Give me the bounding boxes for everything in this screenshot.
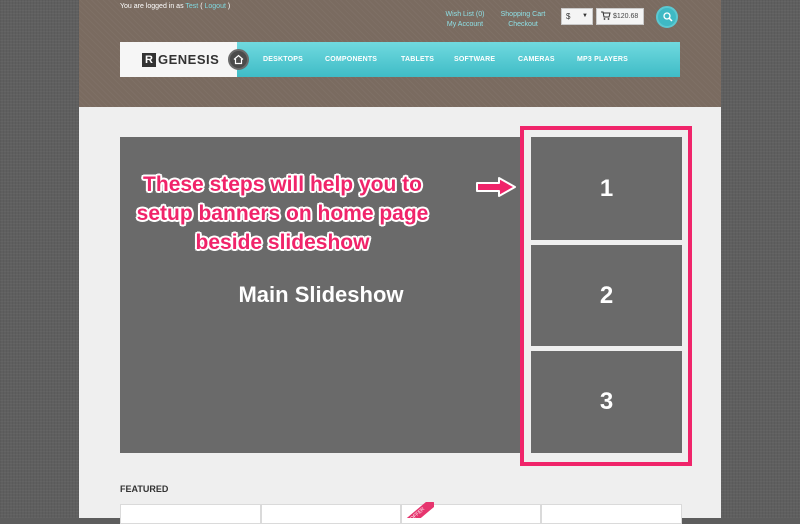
logout-open-paren: ( <box>200 3 203 10</box>
logo[interactable]: R GENESIS <box>120 42 237 77</box>
annotation-text: These steps will help you to setup banne… <box>100 170 465 257</box>
search-icon <box>663 12 673 22</box>
login-prefix: You are logged in as <box>120 3 184 10</box>
nav-item-software[interactable]: SOFTWARE <box>454 56 495 63</box>
product-card[interactable] <box>120 504 261 524</box>
nav-item-components[interactable]: COMPONENTS <box>325 56 377 63</box>
offer-ribbon-label: OFFER <box>402 502 434 518</box>
account-links: Wish List (0) My Account <box>445 10 485 30</box>
checkout-link[interactable]: Checkout <box>499 20 547 30</box>
featured-heading: FEATURED <box>120 484 169 494</box>
cart-icon <box>601 11 611 23</box>
main-nav: R GENESIS DESKTOPS COMPONENTS TABLETS SO… <box>120 42 680 77</box>
shopping-cart-link[interactable]: Shopping Cart <box>499 10 547 20</box>
currency-value: $ <box>566 12 571 21</box>
home-button[interactable] <box>228 49 249 70</box>
product-card[interactable] <box>541 504 682 524</box>
logo-mark: R <box>142 53 156 67</box>
product-card[interactable] <box>261 504 401 524</box>
slideshow-label: Main Slideshow <box>238 282 404 307</box>
banner-2[interactable]: 2 <box>531 245 682 346</box>
cart-total: $120.68 <box>613 13 639 20</box>
nav-item-desktops[interactable]: DESKTOPS <box>263 56 303 63</box>
logout-link[interactable]: Logout <box>205 3 226 10</box>
my-account-link[interactable]: My Account <box>445 20 485 30</box>
wishlist-link[interactable]: Wish List (0) <box>445 10 485 20</box>
nav-item-tablets[interactable]: TABLETS <box>401 56 434 63</box>
nav-item-mp3-players[interactable]: MP3 PLAYERS <box>577 56 628 63</box>
search-button[interactable] <box>656 6 678 28</box>
cart-button[interactable]: $120.68 <box>596 8 644 25</box>
currency-select[interactable]: $ ▼ <box>561 8 593 25</box>
chevron-down-icon: ▼ <box>582 13 588 19</box>
banner-1[interactable]: 1 <box>531 137 682 240</box>
logout-close-paren: ) <box>227 3 231 10</box>
site-header: You are logged in as Test ( Logout ) Wis… <box>79 0 721 107</box>
annotation-line-3: beside slideshow <box>195 231 370 254</box>
home-icon <box>233 54 244 65</box>
login-status: You are logged in as Test ( Logout ) <box>120 3 230 10</box>
cart-links: Shopping Cart Checkout <box>499 10 547 30</box>
username-link[interactable]: Test <box>185 3 198 10</box>
offer-ribbon: OFFER <box>402 502 434 518</box>
arrow-right-icon <box>476 177 516 197</box>
annotation-line-1: These steps will help you to <box>143 173 422 196</box>
banner-3[interactable]: 3 <box>531 351 682 453</box>
page-container: You are logged in as Test ( Logout ) Wis… <box>79 0 721 524</box>
nav-item-cameras[interactable]: CAMERAS <box>518 56 555 63</box>
logo-text: GENESIS <box>158 52 220 67</box>
annotation-line-2: setup banners on home page <box>136 202 429 225</box>
